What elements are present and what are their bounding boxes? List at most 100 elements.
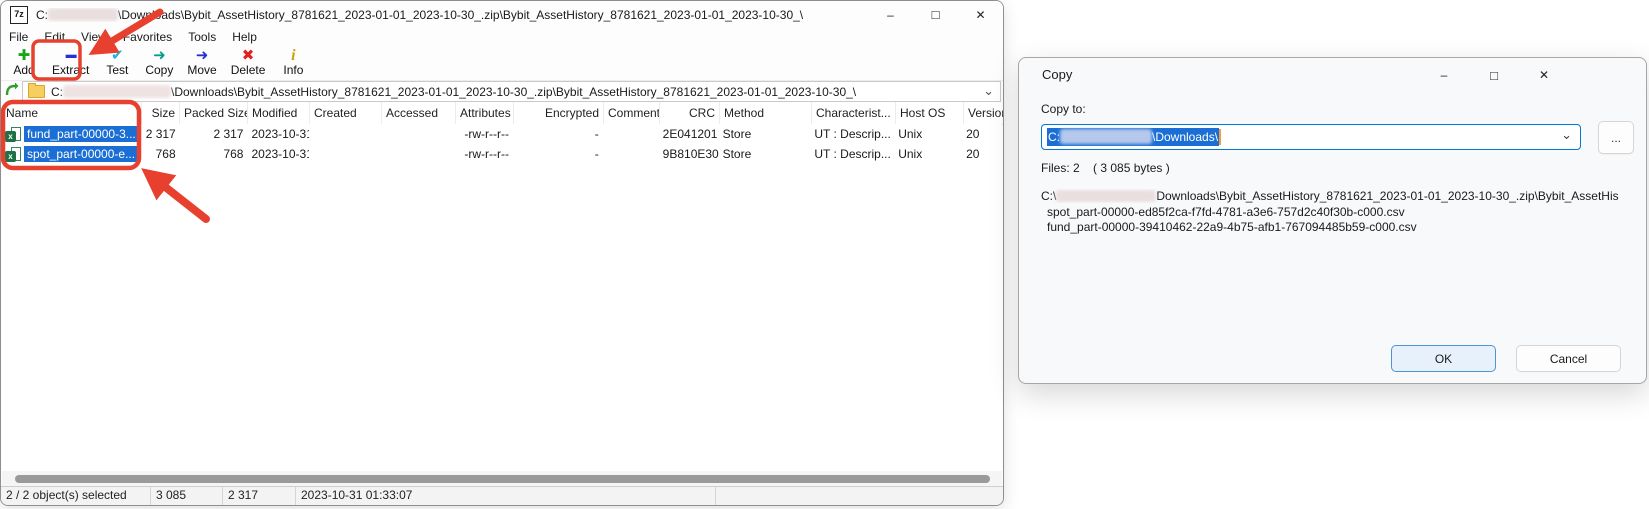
chevron-down-icon[interactable]: ⌄ [983, 82, 994, 101]
toolbar-test-button[interactable]: ✔Test [96, 46, 138, 77]
cell-host_os: Unix [894, 144, 962, 164]
toolbar-move-button[interactable]: ➜Move [180, 46, 223, 77]
files-summary: Files: 2 ( 3 085 bytes ) [1041, 161, 1170, 175]
column-header-version[interactable]: Version [964, 102, 1004, 124]
toolbar-add-button[interactable]: ✚Add [3, 46, 45, 77]
minimize-button[interactable]: – [868, 1, 913, 28]
column-header-comment[interactable]: Comment [604, 102, 660, 124]
dialog-close-button[interactable]: ✕ [1528, 61, 1560, 89]
status-cell: 2023-10-31 01:33:07 [296, 487, 716, 505]
toolbar-button-label: Copy [145, 64, 173, 77]
toolbar-extract-button[interactable]: ▬Extract [45, 46, 96, 77]
toolbar-button-label: Info [283, 64, 303, 77]
cell-name: x spot_part-00000-e... [2, 144, 142, 164]
cell-packed: 768 [180, 144, 248, 164]
copy-icon: ➜ [153, 47, 166, 64]
titlebar[interactable]: 7z C:\Downloads\Bybit_AssetHistory_87816… [1, 1, 1003, 28]
window-caption-buttons: – □ ✕ [868, 1, 1003, 28]
cell-comment [603, 124, 659, 144]
dialog-title: Copy [1042, 67, 1072, 82]
cell-attributes: -rw-r--r-- [455, 144, 513, 164]
text-caret [1219, 129, 1221, 145]
chevron-down-icon[interactable]: ⌄ [1561, 127, 1572, 143]
menu-favorites[interactable]: Favorites [115, 28, 180, 46]
extract-icon: ▬ [66, 47, 76, 64]
file-row[interactable]: xfund_part-00000-3...2 3172 3172023-10-3… [2, 124, 1002, 144]
address-bar: C:\Downloads\Bybit_AssetHistory_8781621_… [1, 81, 1003, 102]
column-header-characteristics[interactable]: Characterist... [812, 102, 896, 124]
status-cell: 2 / 2 object(s) selected [1, 487, 151, 505]
cell-modified: 2023-10-31... [247, 144, 309, 164]
source-file-1: spot_part-00000-ed85f2ca-f7fd-4781-a3e6-… [1047, 205, 1405, 219]
toolbar-button-label: Delete [231, 64, 266, 77]
info-icon: i [291, 47, 295, 64]
horizontal-scrollbar[interactable] [2, 471, 1002, 487]
column-header-accessed[interactable]: Accessed [382, 102, 456, 124]
7zip-window: 7z C:\Downloads\Bybit_AssetHistory_87816… [0, 0, 1004, 506]
cell-attributes: -rw-r--r-- [455, 124, 513, 144]
cell-size: 2 317 [142, 124, 180, 144]
cell-characteristics: UT : Descrip... [810, 124, 894, 144]
column-header-created[interactable]: Created [310, 102, 382, 124]
menu-help[interactable]: Help [224, 28, 265, 46]
address-input[interactable]: C:\Downloads\Bybit_AssetHistory_8781621_… [22, 81, 1001, 102]
cancel-button[interactable]: Cancel [1516, 345, 1621, 372]
column-header-modified[interactable]: Modified [248, 102, 310, 124]
menu-edit[interactable]: Edit [36, 28, 73, 46]
file-name: spot_part-00000-e... [24, 146, 138, 162]
cell-method: Store [719, 124, 811, 144]
toolbar: ✚Add▬Extract✔Test➜Copy➜Move✖DeleteiInfo [1, 46, 1003, 81]
toolbar-copy-button[interactable]: ➜Copy [138, 46, 180, 77]
csv-x-glyph: x [5, 151, 16, 162]
column-header-crc[interactable]: CRC [660, 102, 720, 124]
cell-crc: 2E041201 [659, 124, 719, 144]
column-header-name[interactable]: Name [2, 102, 142, 124]
cell-packed: 2 317 [180, 124, 248, 144]
scrollbar-thumb[interactable] [15, 475, 990, 483]
cell-created [309, 144, 381, 164]
destination-path-input[interactable]: C:\Downloads\ ⌄ [1041, 124, 1581, 150]
file-name: fund_part-00000-3... [24, 126, 139, 142]
menu-file[interactable]: File [1, 28, 36, 46]
maximize-button[interactable]: □ [913, 1, 958, 28]
column-header-encrypted[interactable]: Encrypted [514, 102, 604, 124]
window-title: C:\Downloads\Bybit_AssetHistory_8781621_… [36, 8, 868, 22]
menu-bar: FileEditViewFavoritesToolsHelp [1, 28, 1003, 46]
column-header-attributes[interactable]: Attributes [456, 102, 514, 124]
add-icon: ✚ [18, 47, 31, 64]
cell-crc: 9B810E30 [659, 144, 719, 164]
csv-x-glyph: x [5, 131, 16, 142]
close-button[interactable]: ✕ [958, 1, 1003, 28]
browse-button[interactable]: ... [1598, 121, 1634, 154]
toolbar-button-label: Move [187, 64, 216, 77]
redacted-blur [1060, 129, 1152, 144]
menu-tools[interactable]: Tools [180, 28, 224, 46]
cell-created [309, 124, 381, 144]
cell-accessed [381, 144, 455, 164]
menu-view[interactable]: View [73, 28, 115, 46]
toolbar-info-button[interactable]: iInfo [272, 46, 314, 77]
copy-to-label: Copy to: [1041, 102, 1086, 116]
redacted-blur [63, 85, 171, 98]
column-header-host_os[interactable]: Host OS [896, 102, 964, 124]
test-icon: ✔ [111, 47, 124, 64]
file-row[interactable]: xspot_part-00000-e...7687682023-10-31...… [2, 144, 1002, 164]
column-header-packed[interactable]: Packed Size [180, 102, 248, 124]
root-folder-icon[interactable] [4, 81, 22, 103]
column-header-method[interactable]: Method [720, 102, 812, 124]
address-path: C:\Downloads\Bybit_AssetHistory_8781621_… [51, 85, 856, 99]
dialog-maximize-button[interactable]: □ [1478, 61, 1510, 89]
toolbar-button-label: Test [106, 64, 128, 77]
column-header-size[interactable]: Size [142, 102, 180, 124]
dialog-minimize-button[interactable]: – [1428, 61, 1460, 89]
move-icon: ➜ [196, 47, 209, 64]
desktop-canvas: 7z C:\Downloads\Bybit_AssetHistory_87816… [0, 0, 1649, 509]
cell-method: Store [719, 144, 811, 164]
cell-encrypted: - [513, 144, 603, 164]
toolbar-delete-button[interactable]: ✖Delete [224, 46, 273, 77]
cell-size: 768 [142, 144, 180, 164]
redacted-blur [48, 8, 118, 21]
cell-encrypted: - [513, 124, 603, 144]
file-list: xfund_part-00000-3...2 3172 3172023-10-3… [2, 124, 1002, 471]
ok-button[interactable]: OK [1391, 345, 1496, 372]
